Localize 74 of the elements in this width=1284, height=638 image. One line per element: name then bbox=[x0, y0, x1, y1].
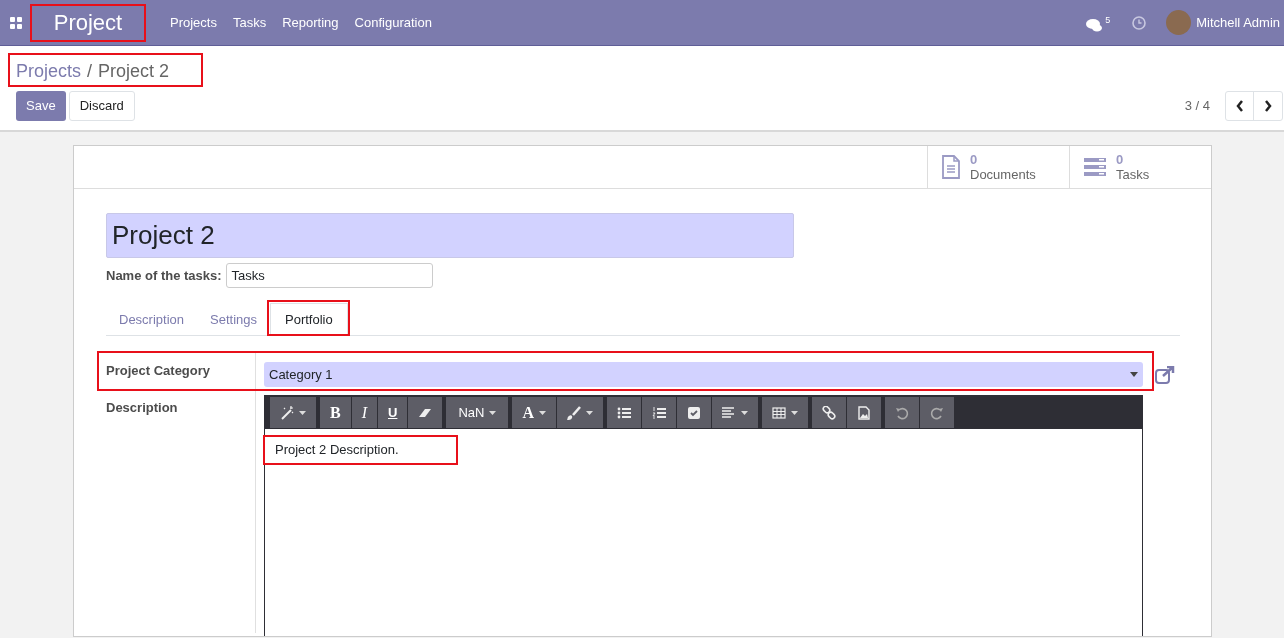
select-value: Category 1 bbox=[269, 365, 334, 384]
rich-text-editor[interactable]: B I U NaN A Project 2 Description. bbox=[264, 395, 1143, 636]
title-field[interactable]: Project 2 bbox=[106, 213, 794, 258]
tab[interactable]: Settings bbox=[197, 303, 270, 336]
align-button[interactable] bbox=[711, 397, 758, 428]
underline-button[interactable]: U bbox=[378, 397, 408, 428]
checkbox-icon bbox=[686, 405, 701, 420]
select-field[interactable]: Category 1 bbox=[264, 362, 1143, 387]
menu-item[interactable]: Projects bbox=[166, 8, 221, 37]
caret-down-icon bbox=[489, 410, 497, 415]
style-button[interactable] bbox=[270, 397, 316, 428]
font-size-button[interactable]: NaN bbox=[446, 397, 509, 428]
table-icon bbox=[771, 405, 786, 420]
image-icon bbox=[856, 405, 871, 420]
avatar bbox=[1166, 10, 1192, 35]
stat-count: 0 bbox=[1116, 152, 1125, 167]
user-name[interactable]: Mitchell Admin bbox=[1196, 12, 1280, 33]
stacked-bars-icon bbox=[1084, 157, 1106, 177]
numbered-list-button[interactable] bbox=[641, 397, 676, 428]
field-label: Name of the tasks: bbox=[106, 266, 222, 285]
bold-button[interactable]: B bbox=[320, 397, 351, 428]
menu-item[interactable]: Tasks bbox=[228, 8, 271, 37]
undo-icon bbox=[894, 405, 909, 420]
breadcrumb-link[interactable]: Projects bbox=[16, 58, 82, 85]
caret-down-icon bbox=[299, 410, 306, 415]
magic-wand-icon bbox=[280, 405, 294, 420]
caret-down-icon bbox=[1130, 372, 1138, 377]
breadcrumb-current: Project 2 bbox=[98, 60, 170, 83]
tab[interactable]: Description bbox=[106, 303, 198, 336]
chat-icon bbox=[1086, 17, 1103, 32]
redo-button[interactable] bbox=[919, 397, 954, 428]
link-button[interactable] bbox=[811, 397, 846, 428]
message-count: 5 bbox=[1105, 13, 1111, 27]
save-button[interactable]: Save bbox=[16, 91, 66, 121]
image-button[interactable] bbox=[846, 397, 881, 428]
link-icon bbox=[821, 405, 836, 420]
stat-label: Documents bbox=[970, 167, 1036, 182]
stat-label: Tasks bbox=[1116, 167, 1150, 182]
redo-icon bbox=[929, 405, 944, 420]
apps-grid-icon bbox=[10, 16, 22, 29]
app-title: Project bbox=[30, 3, 146, 42]
input-field[interactable]: Tasks bbox=[225, 263, 433, 288]
stat-button[interactable]: 0 Tasks bbox=[1069, 146, 1211, 188]
caret-down-icon bbox=[740, 410, 748, 415]
align-left-icon bbox=[721, 405, 736, 420]
menu-item[interactable]: Configuration bbox=[350, 8, 436, 37]
discard-button[interactable]: Discard bbox=[68, 91, 135, 121]
pager-value: 3 / 4 bbox=[1184, 97, 1210, 116]
chevron-left-icon bbox=[1235, 100, 1244, 112]
stat-button[interactable]: 0 Documents bbox=[927, 146, 1069, 188]
clock-icon bbox=[1132, 15, 1147, 30]
caret-down-icon bbox=[538, 410, 546, 415]
editor-text: Project 2 Description. bbox=[263, 435, 458, 465]
numbered-list-icon bbox=[651, 405, 666, 420]
caret-down-icon bbox=[790, 410, 798, 415]
breadcrumb-separator: / bbox=[87, 60, 93, 83]
undo-button[interactable] bbox=[884, 397, 919, 428]
stat-count: 0 bbox=[970, 152, 979, 167]
clear-format-button[interactable] bbox=[408, 397, 443, 428]
bullet-list-icon bbox=[616, 405, 631, 420]
italic-button[interactable]: I bbox=[351, 397, 377, 428]
field-label: Project Category bbox=[106, 362, 212, 380]
document-icon bbox=[942, 155, 960, 179]
font-color-button[interactable]: A bbox=[512, 397, 556, 428]
chevron-right-icon bbox=[1264, 100, 1272, 112]
external-link-icon bbox=[1155, 365, 1175, 384]
bullet-list-button[interactable] bbox=[606, 397, 641, 428]
checklist-button[interactable] bbox=[676, 397, 711, 428]
tab[interactable]: Portfolio bbox=[270, 303, 348, 336]
field-label: Description bbox=[106, 398, 179, 417]
paintbrush-icon bbox=[566, 405, 581, 420]
caret-down-icon bbox=[585, 410, 593, 415]
table-button[interactable] bbox=[761, 397, 808, 428]
menu-item[interactable]: Reporting bbox=[278, 8, 343, 37]
